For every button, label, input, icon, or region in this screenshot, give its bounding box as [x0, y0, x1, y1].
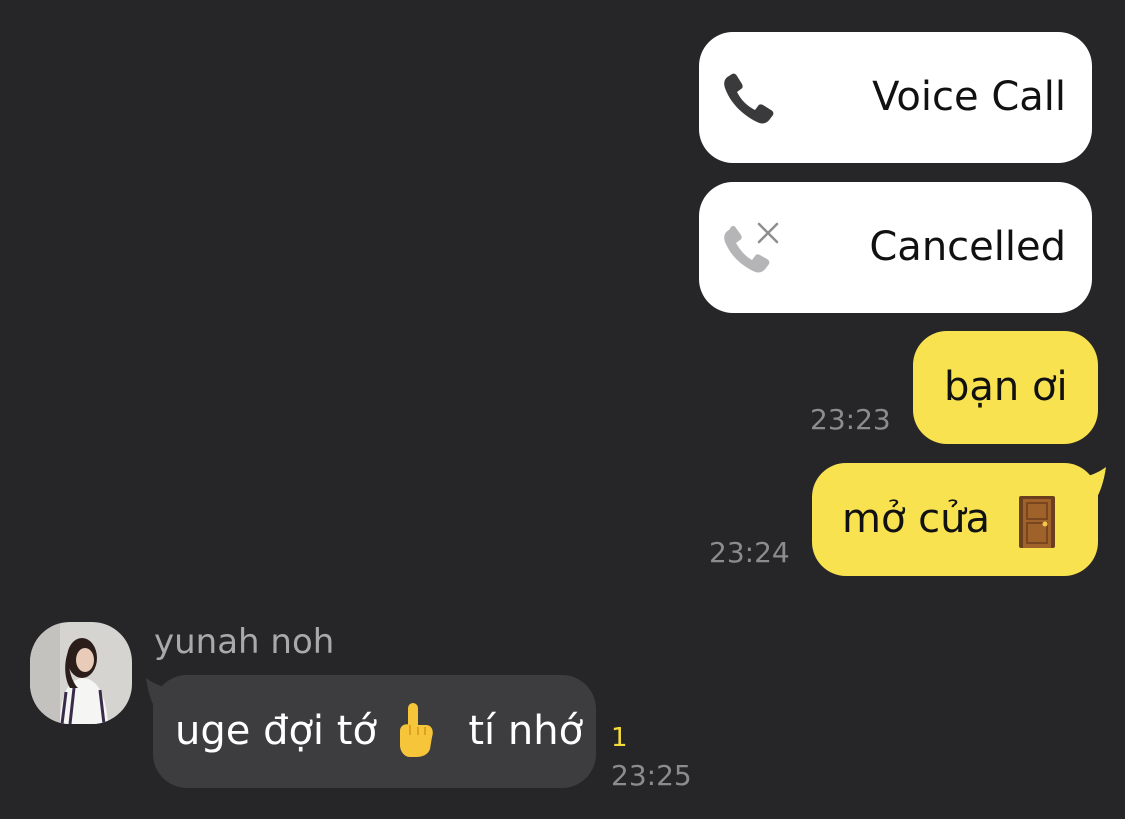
message-text: bạn ơi: [944, 364, 1068, 410]
message-text: tí nhớ: [468, 708, 584, 754]
message-time: 23:25: [611, 759, 692, 792]
phone-icon: [724, 73, 774, 124]
unread-count: 1: [611, 723, 628, 753]
message-time: 23:23: [810, 403, 891, 436]
index-pointing-up-emoji: [399, 703, 433, 757]
cancelled-call-card[interactable]: Cancelled: [699, 182, 1092, 313]
received-message-bubble[interactable]: uge đợi tớ tí nhớ: [153, 675, 596, 788]
voice-call-card[interactable]: Voice Call: [699, 32, 1092, 163]
phone-cancelled-icon: [724, 222, 779, 273]
avatar[interactable]: [30, 622, 132, 724]
sent-message-bubble[interactable]: mở cửa: [812, 463, 1098, 576]
message-text: uge đợi tớ: [175, 708, 377, 754]
door-emoji: [1018, 496, 1055, 548]
cancelled-call-label: Cancelled: [869, 224, 1066, 270]
message-time: 23:24: [709, 536, 790, 569]
message-text: mở cửa: [842, 496, 991, 542]
sent-message-bubble[interactable]: bạn ơi: [913, 331, 1098, 444]
sender-name: yunah noh: [154, 622, 335, 662]
voice-call-label: Voice Call: [872, 74, 1066, 120]
